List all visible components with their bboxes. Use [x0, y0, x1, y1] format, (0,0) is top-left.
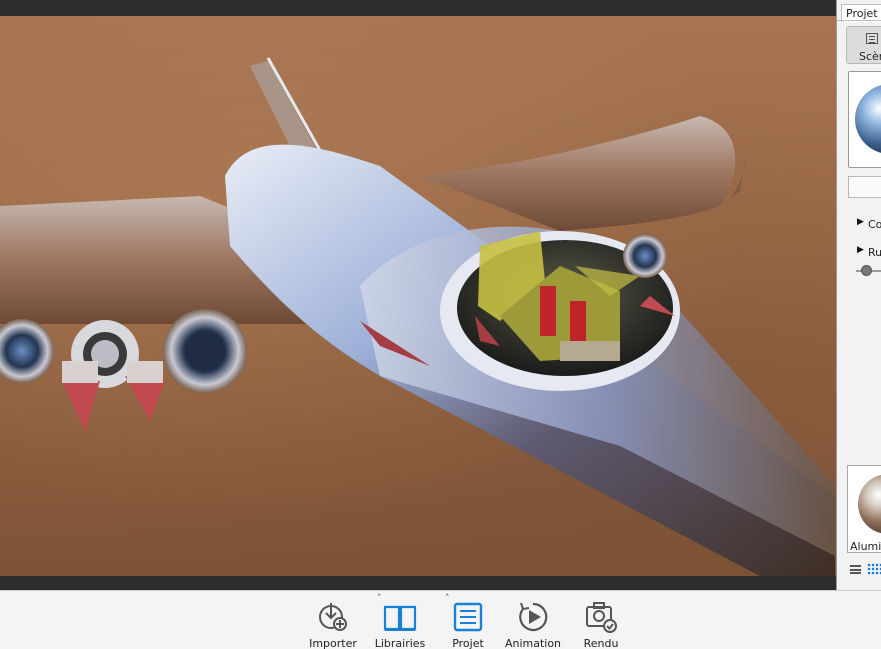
- expand-triangle-icon[interactable]: ▶: [857, 217, 864, 227]
- import-icon: [319, 603, 347, 631]
- librairies-button[interactable]: ˆ Librairies: [368, 594, 432, 649]
- environment-sphere-thumbnail: [855, 84, 881, 154]
- importer-label: Importer: [309, 637, 357, 649]
- expand-triangle-icon[interactable]: ▶: [857, 245, 864, 255]
- top-chrome-strip: [0, 0, 838, 16]
- rendu-button[interactable]: Rendu: [569, 596, 633, 649]
- tab-divider: [837, 20, 881, 21]
- environment-preview[interactable]: [848, 71, 881, 168]
- importer-button[interactable]: Importer: [301, 596, 365, 649]
- section-row-2-label: Ru: [868, 246, 881, 259]
- scene-illustration: [0, 57, 835, 576]
- section-row-1-label: Co: [868, 218, 881, 231]
- caret-up-icon: ˆ: [377, 594, 382, 604]
- list-icon: [453, 602, 483, 632]
- bottom-chrome-strip: [0, 576, 838, 590]
- projet-button[interactable]: ˆ Projet: [436, 594, 500, 649]
- play-circle-icon: [519, 602, 548, 632]
- camera-check-icon: [586, 602, 617, 633]
- slider-handle[interactable]: [861, 265, 872, 276]
- projet-label: Projet: [452, 637, 484, 649]
- scene-list-icon: [866, 33, 878, 44]
- grid-view-icon[interactable]: [867, 563, 881, 575]
- app-window: Projet Scèn ▶ Co ▶ Ru Alumi Importer: [0, 0, 881, 649]
- rendu-label: Rendu: [583, 637, 619, 649]
- list-view-icon[interactable]: [850, 565, 861, 574]
- caret-up-icon: ˆ: [445, 594, 450, 604]
- animation-button[interactable]: Animation: [501, 596, 565, 649]
- animation-label: Animation: [504, 637, 562, 649]
- book-icon: [383, 605, 417, 631]
- material-label: Alumi: [850, 540, 881, 553]
- scene-button-label: Scèn: [859, 50, 881, 63]
- environment-field[interactable]: [848, 176, 881, 198]
- render-viewport[interactable]: [0, 16, 836, 576]
- main-toolbar: Importer ˆ Librairies ˆ Projet Animation…: [0, 590, 881, 649]
- material-sphere: [858, 474, 881, 534]
- librairies-label: Librairies: [374, 637, 426, 649]
